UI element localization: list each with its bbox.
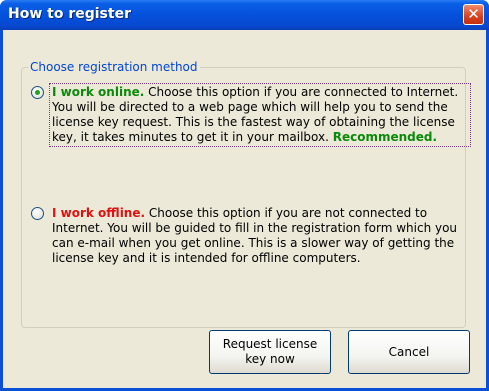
radio-online[interactable] xyxy=(31,86,44,99)
offline-heading: I work offline. xyxy=(52,206,146,220)
title-bar[interactable]: How to register ✕ xyxy=(0,0,489,30)
group-legend: Choose registration method xyxy=(30,60,198,74)
online-heading: I work online. xyxy=(52,85,145,99)
close-icon: ✕ xyxy=(467,5,480,23)
dialog-window: How to register ✕ Choose registration me… xyxy=(0,0,489,391)
cancel-button[interactable]: Cancel xyxy=(348,330,470,374)
request-button-line1: Request license xyxy=(222,337,318,351)
online-description[interactable]: I work online. Choose this option if you… xyxy=(49,83,471,147)
offline-description[interactable]: I work offline. Choose this option if yo… xyxy=(51,206,469,266)
request-license-key-button[interactable]: Request license key now xyxy=(209,330,331,374)
radio-offline[interactable] xyxy=(31,207,44,220)
close-button[interactable]: ✕ xyxy=(463,4,484,25)
dialog-body: Choose registration method I work online… xyxy=(3,30,486,388)
request-button-line2: key now xyxy=(245,352,295,366)
window-title: How to register xyxy=(8,6,131,22)
recommended-label: Recommended. xyxy=(332,130,438,144)
